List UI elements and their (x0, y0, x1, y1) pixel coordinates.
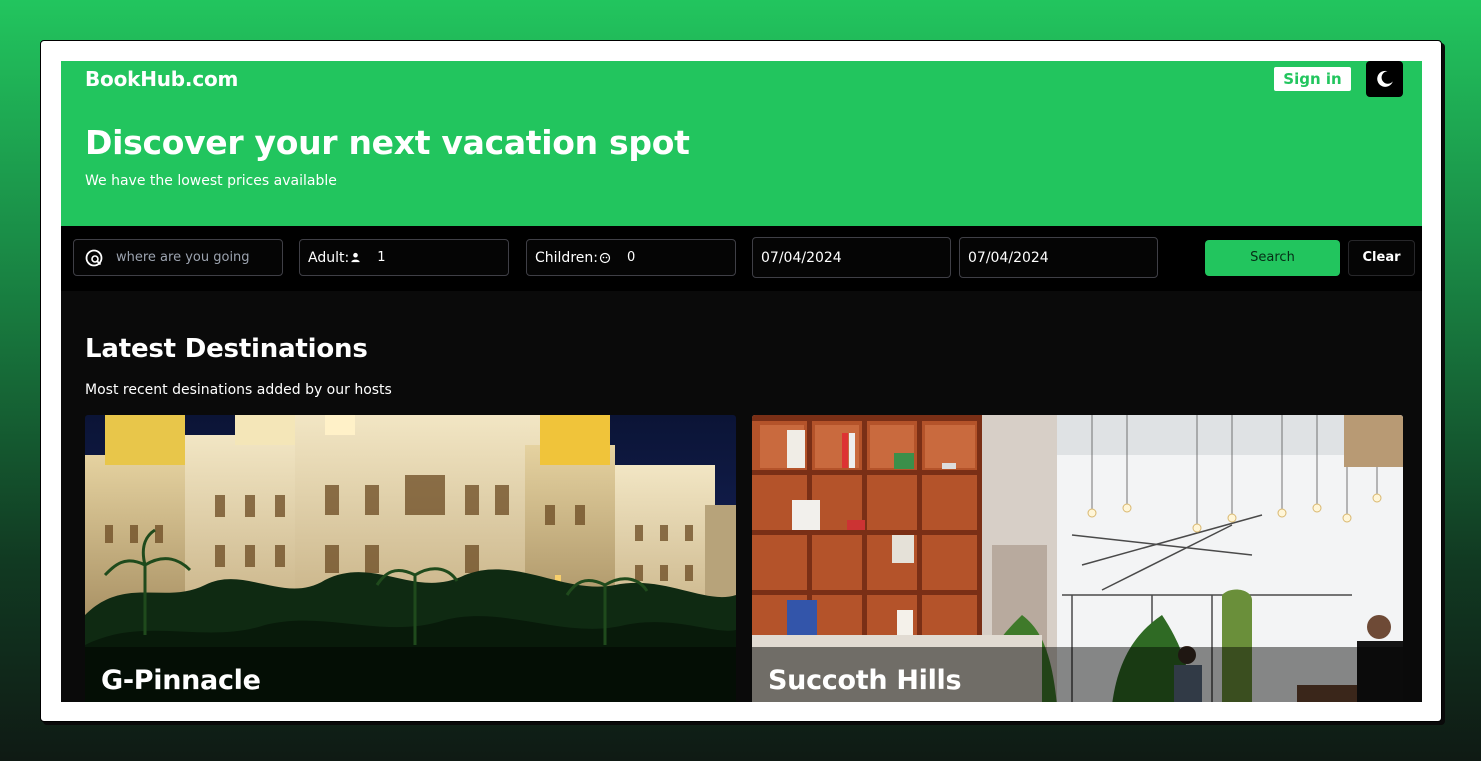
check-out-date-field[interactable]: 07/04/2024 (959, 237, 1158, 278)
hero-header: BookHub.com Sign in Discover your next v… (61, 61, 1422, 226)
children-count-field[interactable]: Children: 0 (526, 239, 736, 276)
browser-frame: BookHub.com Sign in Discover your next v… (40, 40, 1442, 722)
destination-field[interactable] (73, 239, 283, 276)
destination-card[interactable]: Succoth Hills (752, 415, 1403, 702)
adult-count-input[interactable]: 1 (377, 250, 385, 265)
brand-logo[interactable]: BookHub.com (85, 67, 238, 91)
hero-title: Discover your next vacation spot (85, 123, 690, 162)
check-out-date[interactable]: 07/04/2024 (968, 250, 1049, 266)
children-label: Children: (535, 249, 598, 266)
theme-toggle-button[interactable] (1366, 61, 1403, 97)
moon-icon (1376, 70, 1393, 87)
app-root: BookHub.com Sign in Discover your next v… (61, 61, 1422, 702)
check-in-date[interactable]: 07/04/2024 (761, 250, 842, 266)
adult-label: Adult: (308, 249, 350, 266)
check-in-date-field[interactable]: 07/04/2024 (752, 237, 951, 278)
destination-input[interactable] (116, 250, 276, 265)
clear-button[interactable]: Clear (1348, 240, 1415, 276)
hero-subtitle: We have the lowest prices available (85, 173, 337, 189)
location-search-icon (85, 249, 103, 266)
card-title: G-Pinnacle (101, 665, 261, 696)
adult-count-field[interactable]: Adult: 1 (299, 239, 509, 276)
destination-card[interactable]: G-Pinnacle (85, 415, 736, 702)
child-icon (599, 252, 611, 263)
children-count-input[interactable]: 0 (627, 250, 635, 265)
latest-destinations-title: Latest Destinations (85, 334, 368, 364)
latest-destinations-subtitle: Most recent desinations added by our hos… (85, 382, 392, 398)
search-bar: Adult: 1 Children: 0 07/04/2024 (61, 226, 1422, 291)
sign-in-button[interactable]: Sign in (1274, 67, 1351, 91)
person-icon (351, 252, 360, 263)
search-button[interactable]: Search (1205, 240, 1340, 276)
card-title: Succoth Hills (768, 665, 962, 696)
